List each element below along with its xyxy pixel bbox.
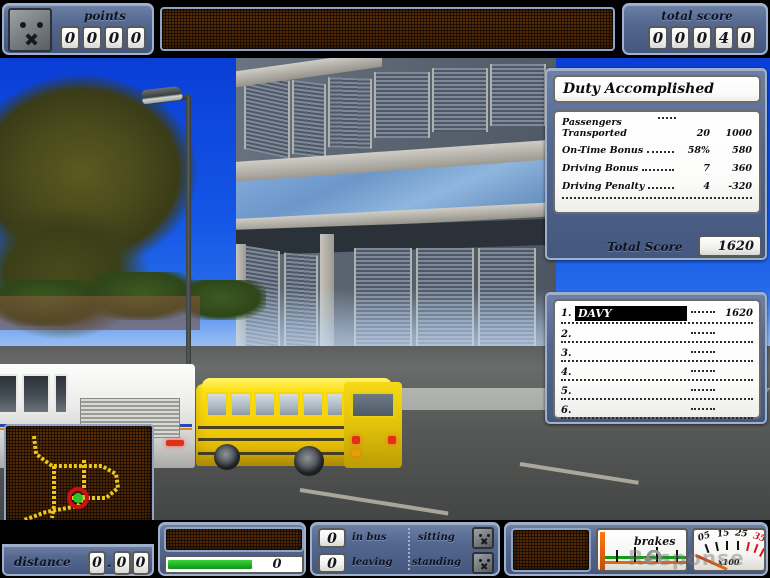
passenger-sitting-icon: ✖ (472, 527, 494, 549)
progress-value: 0 (252, 557, 302, 572)
score: 1620 (719, 308, 753, 319)
duty-title-box: Duty Accomplished (553, 75, 761, 103)
minimap[interactable] (4, 424, 154, 524)
progress-fill (168, 560, 252, 569)
distance-label: distance (14, 555, 71, 569)
passenger-face-icon: ✖ (8, 8, 52, 52)
leaving-count: 0 (318, 553, 346, 573)
points-label: points (56, 9, 154, 23)
list-item[interactable]: 1. DAVY 1620 (561, 305, 753, 322)
tachometer-gauge: 05 15 25 35 x100 (692, 528, 766, 572)
in-bus-label: in bus (352, 532, 386, 543)
list-item[interactable]: 5. (561, 381, 753, 398)
standing-label: standing (412, 557, 461, 568)
route-progress-panel: 0 (158, 522, 306, 576)
row-value: 580 (710, 145, 752, 156)
points-panel: ✖ points 0 0 0 0 (2, 3, 154, 55)
total-score-row-label: Total Score (607, 240, 683, 254)
distance-digits: 0 . 0 0 (88, 551, 150, 575)
list-item[interactable]: 2. (561, 324, 753, 341)
row-value: 1000 (710, 117, 752, 139)
row-middle: 7 (678, 163, 710, 174)
table-row: Driving Penalty 4 -320 (562, 181, 752, 192)
score-breakdown-table: Passengers Transported 20 1000 On-Time B… (553, 110, 761, 214)
rank: 4. (561, 367, 575, 378)
tacho-tick-label: 25 (735, 528, 749, 539)
total-score-panel: total score 0 0 0 4 0 (622, 3, 768, 55)
rank: 2. (561, 329, 575, 340)
passenger-panel: 0 in bus 0 leaving sitting ✖ standing ✖ (310, 522, 500, 576)
player-marker-dot (73, 493, 83, 503)
game-window: ✖ points 0 0 0 0 total score 0 0 0 4 (0, 0, 770, 578)
total-score-label: total score (624, 9, 770, 23)
total-score-value: 1620 (698, 235, 762, 257)
page-title: Duty Accomplished (555, 77, 759, 101)
bottom-hud-bar: distance 0 . 0 0 0 0 in bus 0 leaving si… (0, 520, 770, 578)
row-middle: 4 (678, 181, 710, 192)
tacho-tick-label: 15 (716, 528, 730, 540)
table-row: Driving Bonus 7 360 (562, 163, 752, 174)
passenger-standing-icon: ✖ (472, 552, 494, 574)
leaving-label: leaving (352, 557, 393, 568)
total-score-digits: 0 0 0 4 0 (648, 26, 756, 50)
row-label: Driving Penalty (562, 181, 644, 192)
table-row: On-Time Bonus 58% 580 (562, 145, 752, 156)
rank: 6. (561, 405, 575, 416)
u-turn-arrow-icon (636, 550, 664, 566)
row-value: -320 (710, 181, 752, 192)
tacho-tick-label-redline: 35 (752, 531, 766, 544)
list-item[interactable]: 4. (561, 362, 753, 379)
tacho-tick-label: 05 (697, 530, 712, 543)
sitting-label: sitting (418, 532, 455, 543)
brakes-label: brakes (634, 535, 675, 548)
duty-result-panel: Duty Accomplished Passengers Transported… (545, 68, 767, 260)
minimap-route (6, 426, 152, 522)
in-bus-count: 0 (318, 528, 346, 548)
school-bus (196, 376, 401, 474)
rank: 1. (561, 308, 575, 319)
destination-led-display (511, 528, 591, 572)
distance-panel: distance 0 . 0 0 (2, 544, 154, 576)
highscore-list: 1. DAVY 1620 2. 3. 4. (553, 299, 761, 419)
message-banner (160, 7, 615, 51)
dashboard-panel: brakes 05 15 25 35 x100 (504, 522, 768, 576)
row-label: On-Time Bonus (562, 145, 643, 156)
row-middle: 20 (680, 117, 710, 139)
highscore-panel: 1. DAVY 1620 2. 3. 4. (545, 292, 767, 424)
brakes-gauge: brakes (596, 528, 688, 572)
row-value: 360 (710, 163, 752, 174)
name-input[interactable]: DAVY (575, 306, 687, 321)
brake-level-bar (600, 532, 605, 570)
rank: 5. (561, 386, 575, 397)
far-houses (0, 296, 200, 330)
divider (408, 528, 410, 570)
row-middle: 58% (678, 145, 710, 156)
street-lamp-pole (186, 96, 191, 376)
progress-bar: 0 (164, 555, 304, 574)
decimal-point: . (107, 556, 112, 571)
points-digits: 0 0 0 0 (60, 26, 146, 50)
rank: 3. (561, 348, 575, 359)
row-label: Driving Bonus (562, 163, 638, 174)
row-label: Passengers Transported (562, 117, 654, 139)
route-led-display (164, 527, 304, 552)
list-item[interactable]: 3. (561, 343, 753, 360)
list-item[interactable]: 6. (561, 400, 753, 417)
top-hud-bar: ✖ points 0 0 0 0 total score 0 0 0 4 (0, 0, 770, 58)
table-row: Passengers Transported 20 1000 (562, 117, 752, 139)
